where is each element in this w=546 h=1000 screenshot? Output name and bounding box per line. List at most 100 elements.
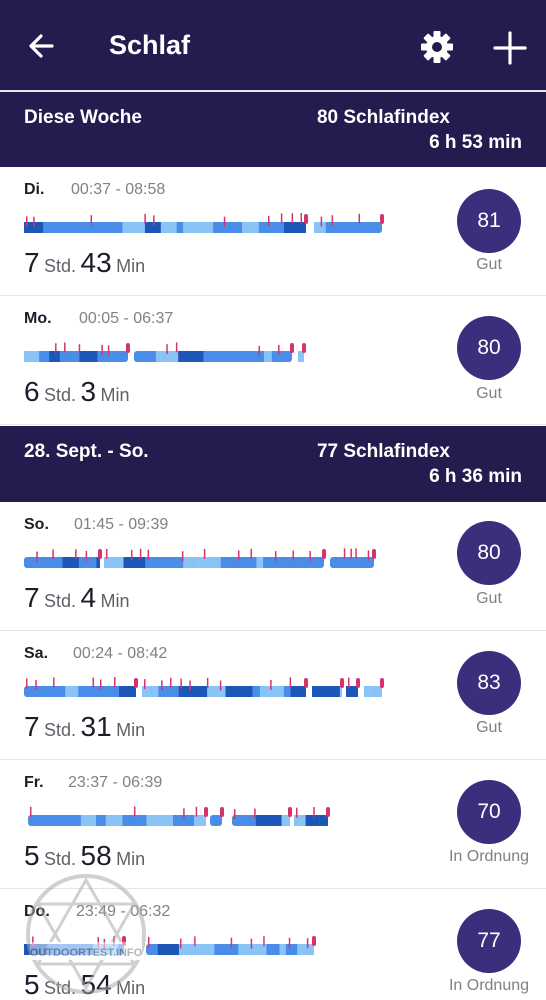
sleep-stage-awake bbox=[169, 677, 172, 688]
plus-icon[interactable] bbox=[490, 28, 530, 68]
sleep-stage-awake bbox=[99, 679, 102, 690]
sleep-stage-awake bbox=[238, 550, 240, 561]
sleep-score-rating: Gut bbox=[476, 256, 502, 273]
sleep-stage-deep bbox=[157, 944, 179, 955]
sleep-stage-deep bbox=[178, 686, 208, 697]
gear-icon[interactable] bbox=[418, 28, 456, 66]
sleep-stage-rem bbox=[256, 557, 264, 568]
duration-hours: 5 bbox=[24, 840, 40, 871]
duration-hours: 7 bbox=[24, 711, 40, 742]
sleep-score-rating: Gut bbox=[476, 590, 502, 607]
sleep-entry[interactable]: Mo. 00:05 - 06:37 6 Std. 3 Min 80 Gut bbox=[0, 296, 546, 425]
sleep-stage-awake bbox=[268, 215, 270, 226]
duration-minutes-unit: Min bbox=[116, 720, 146, 740]
sleep-stage-awake bbox=[254, 808, 256, 819]
sleep-stage-awake bbox=[356, 678, 360, 688]
sleep-stage-rem bbox=[193, 557, 221, 568]
sleep-stage-awake bbox=[64, 342, 66, 353]
sleep-stage-awake bbox=[288, 807, 292, 817]
sleep-stage-awake bbox=[130, 549, 133, 560]
sleep-stage-awake bbox=[78, 344, 81, 355]
sleep-stage-rem bbox=[297, 944, 314, 955]
sleep-entry[interactable]: Di. 00:37 - 08:58 7 Std. 43 Min 81 Gut bbox=[0, 167, 546, 296]
duration-hours-unit: Std. bbox=[44, 256, 77, 276]
week-average-duration: 6 h 53 min bbox=[429, 132, 522, 153]
arrow-left-icon[interactable] bbox=[24, 28, 60, 64]
sleep-stage-awake bbox=[372, 549, 376, 559]
entry-duration: 7 Std. 4 Min bbox=[24, 582, 130, 614]
sleep-stage-awake bbox=[203, 549, 206, 560]
entry-duration: 6 Std. 3 Min bbox=[24, 376, 130, 408]
sleep-stage-awake bbox=[313, 807, 315, 818]
sleep-stage-awake bbox=[355, 548, 357, 559]
entry-day: Sa. bbox=[24, 645, 49, 662]
sleep-score-badge: 70 bbox=[457, 780, 521, 844]
sleep-stage-awake bbox=[179, 938, 182, 949]
sleep-stage-awake bbox=[26, 216, 28, 227]
sleep-stage-awake bbox=[292, 550, 294, 561]
sleep-stage-awake bbox=[306, 938, 309, 949]
entry-time-range: 00:05 - 06:37 bbox=[79, 310, 174, 327]
sleep-stage-awake bbox=[288, 937, 291, 948]
duration-minutes: 3 bbox=[80, 376, 97, 407]
duration-minutes-unit: Min bbox=[100, 385, 130, 405]
sleep-stage-rem bbox=[259, 944, 267, 955]
sleep-stage-rem bbox=[65, 686, 79, 697]
week-sleep-score: 80 Schlafindex bbox=[316, 107, 450, 128]
duration-minutes-unit: Min bbox=[100, 591, 130, 611]
duration-minutes: 43 bbox=[80, 247, 112, 278]
entry-duration: 7 Std. 31 Min bbox=[24, 711, 145, 743]
sleep-stage-deep bbox=[49, 351, 60, 362]
sleep-stage-deep bbox=[312, 686, 340, 697]
sleep-stage-awake bbox=[296, 807, 298, 818]
sleep-stage-awake bbox=[358, 213, 361, 224]
sleep-stage-awake bbox=[290, 343, 294, 353]
sleep-stage-awake bbox=[278, 344, 280, 355]
sleep-stage-awake bbox=[230, 937, 233, 948]
week-range: 28. Sept. - So. bbox=[24, 441, 149, 462]
sleep-stage-awake bbox=[101, 344, 103, 355]
week-range: Diese Woche bbox=[24, 107, 142, 128]
sleep-entry[interactable]: So. 01:45 - 09:39 7 Std. 4 Min 80 Gut bbox=[0, 502, 546, 631]
sleep-stage-awake bbox=[30, 806, 32, 817]
sleep-stage-awake bbox=[107, 345, 110, 356]
sleep-entry[interactable]: Sa. 00:24 - 08:42 7 Std. 31 Min 83 Gut bbox=[0, 631, 546, 760]
sleep-stage-awake bbox=[183, 808, 185, 819]
duration-hours: 7 bbox=[24, 247, 40, 278]
sleep-entry[interactable]: Fr. 23:37 - 06:39 5 Std. 58 Min 70 In Or… bbox=[0, 760, 546, 889]
sleep-stage-deep bbox=[305, 815, 320, 826]
duration-hours-unit: Std. bbox=[44, 849, 77, 869]
sleep-stage-rem bbox=[294, 815, 306, 826]
sleep-stage-rem bbox=[183, 557, 194, 568]
sleep-stage-awake bbox=[55, 343, 57, 354]
sleep-stage-awake bbox=[189, 680, 191, 691]
sleep-stage-light bbox=[330, 557, 374, 568]
entry-time-range: 00:24 - 08:42 bbox=[73, 645, 168, 662]
sleep-stage-deep bbox=[178, 351, 204, 362]
duration-hours-unit: Std. bbox=[44, 720, 77, 740]
sleep-stage-awake bbox=[380, 678, 384, 688]
sleep-stage-awake bbox=[33, 216, 35, 227]
app-bar: Schlaf bbox=[0, 0, 546, 92]
sleep-stages-chart bbox=[24, 548, 376, 568]
sleep-stage-awake bbox=[274, 551, 277, 562]
sleep-stage-awake bbox=[85, 550, 88, 561]
sleep-stage-awake bbox=[250, 938, 253, 949]
sleep-stages-chart bbox=[24, 342, 306, 362]
page-title: Schlaf bbox=[109, 30, 191, 60]
sleep-stage-awake bbox=[223, 216, 226, 227]
sleep-stage-awake bbox=[220, 807, 224, 817]
entry-duration: 7 Std. 43 Min bbox=[24, 247, 145, 279]
sleep-stage-awake bbox=[320, 216, 323, 227]
sleep-stage-awake bbox=[291, 213, 294, 224]
sleep-stage-awake bbox=[263, 936, 265, 947]
sleep-stage-awake bbox=[26, 678, 28, 689]
sleep-stage-awake bbox=[126, 343, 130, 353]
entry-day: So. bbox=[24, 516, 49, 533]
sleep-stage-rem bbox=[80, 815, 96, 826]
sleep-stage-deep bbox=[79, 351, 98, 362]
sleep-stage-rem bbox=[155, 351, 165, 362]
sleep-stage-rem bbox=[314, 222, 326, 233]
sleep-stage-deep bbox=[290, 686, 306, 697]
sleep-score-rating: Gut bbox=[476, 719, 502, 736]
